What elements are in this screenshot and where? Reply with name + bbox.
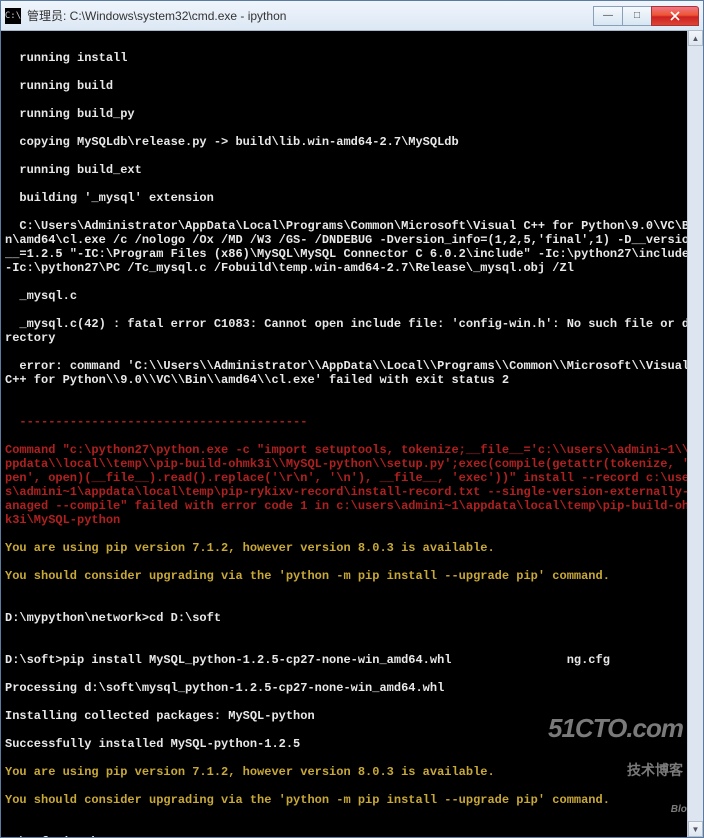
window: C:\ 管理员: C:\Windows\system32\cmd.exe - i… xyxy=(0,0,704,838)
output-line: _mysql.c xyxy=(5,289,699,303)
titlebar[interactable]: C:\ 管理员: C:\Windows\system32\cmd.exe - i… xyxy=(1,1,703,31)
output-line: Processing d:\soft\mysql_python-1.2.5-cp… xyxy=(5,681,699,695)
watermark-brand: 51CTO.com xyxy=(548,721,683,735)
output-line: Successfully installed MySQL-python-1.2.… xyxy=(5,737,699,751)
window-controls: — □ xyxy=(594,6,699,26)
output-warning: You are using pip version 7.1.2, however… xyxy=(5,765,699,779)
output-separator: ---------------------------------------- xyxy=(5,415,699,429)
output-line: running build_ext xyxy=(5,163,699,177)
output-line: _mysql.c(42) : fatal error C1083: Cannot… xyxy=(5,317,699,345)
output-warning: You should consider upgrading via the 'p… xyxy=(5,569,699,583)
prompt-line: D:\soft>pip install MySQL_python-1.2.5-c… xyxy=(5,653,699,667)
close-button[interactable] xyxy=(651,6,699,26)
window-title: 管理员: C:\Windows\system32\cmd.exe - ipyth… xyxy=(27,7,594,24)
output-line: running build xyxy=(5,79,699,93)
output-error: Command "c:\python27\python.exe -c "impo… xyxy=(5,443,699,527)
vertical-scrollbar[interactable]: ▲ ▼ xyxy=(687,30,703,837)
maximize-button[interactable]: □ xyxy=(622,6,652,26)
output-warning: You are using pip version 7.1.2, however… xyxy=(5,541,699,555)
output-line: Installing collected packages: MySQL-pyt… xyxy=(5,709,699,723)
output-line: running build_py xyxy=(5,107,699,121)
prompt-line: D:\soft>ipython xyxy=(5,835,699,837)
output-line: error: command 'C:\\Users\\Administrator… xyxy=(5,359,699,387)
output-line: copying MySQLdb\release.py -> build\lib.… xyxy=(5,135,699,149)
prompt-line: D:\mypython\network>cd D:\soft xyxy=(5,611,699,625)
scroll-down-button[interactable]: ▼ xyxy=(688,821,703,837)
output-line: running install xyxy=(5,51,699,65)
close-icon xyxy=(670,11,680,21)
output-warning: You should consider upgrading via the 'p… xyxy=(5,793,699,807)
cmd-icon: C:\ xyxy=(5,8,21,24)
output-line: building '_mysql' extension xyxy=(5,191,699,205)
output-line: C:\Users\Administrator\AppData\Local\Pro… xyxy=(5,219,699,275)
minimize-button[interactable]: — xyxy=(593,6,623,26)
terminal-output[interactable]: running install running build running bu… xyxy=(1,31,703,837)
scroll-up-button[interactable]: ▲ xyxy=(688,30,703,46)
